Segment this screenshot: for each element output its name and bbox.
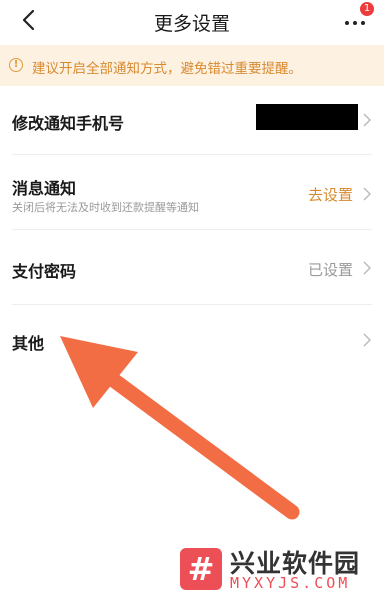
watermark-url: MYXYJS.COM <box>230 574 351 592</box>
annotation-arrow-icon <box>60 336 300 520</box>
watermark: # 兴业软件园 MYXYJS.COM <box>180 546 372 592</box>
watermark-logo-icon: # <box>180 548 222 590</box>
